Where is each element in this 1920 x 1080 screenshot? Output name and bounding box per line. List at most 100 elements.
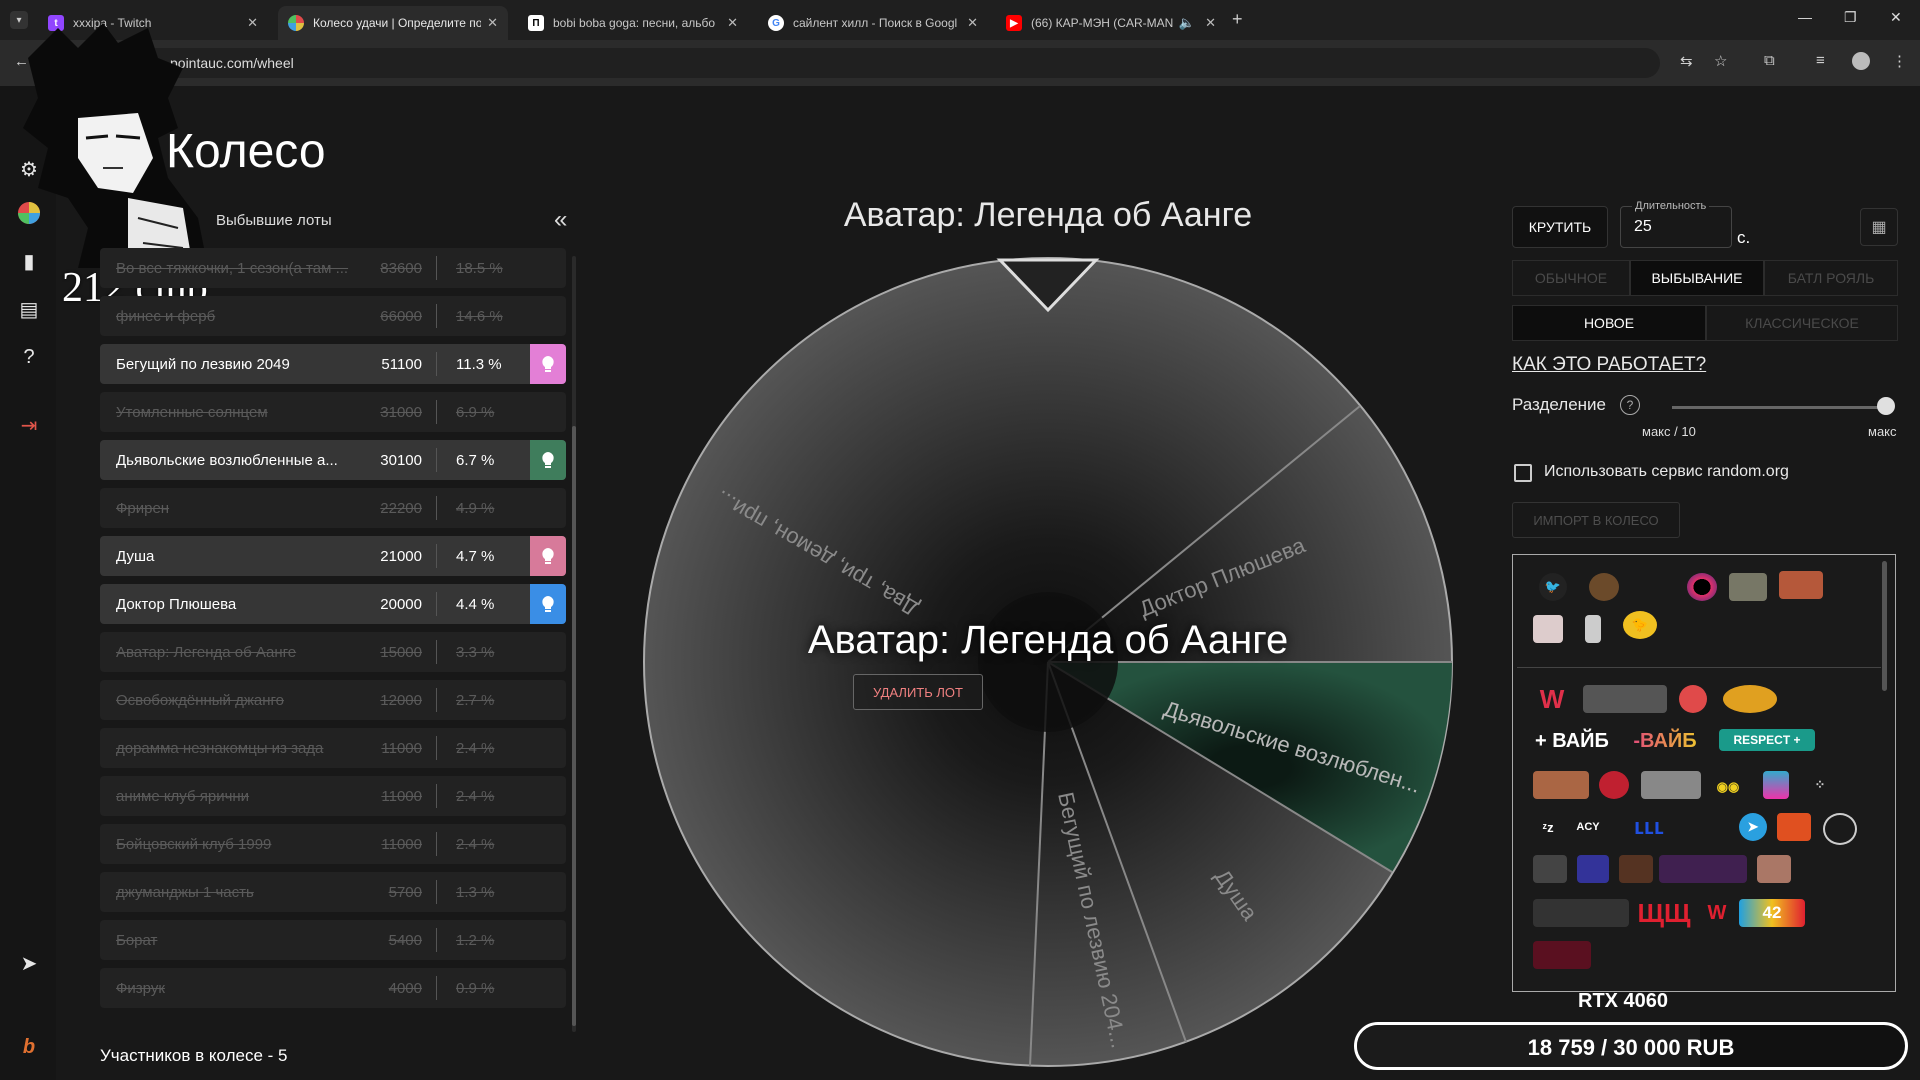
clipboard-icon[interactable]: ▤ (16, 296, 42, 322)
lot-percent: 6.9 % (456, 403, 495, 421)
spin-button[interactable]: КРУТИТЬ (1512, 206, 1608, 248)
lot-percent: 2.4 % (456, 739, 495, 757)
tab-google[interactable]: G сайлент хилл - Поиск в Googl ✕ (758, 6, 988, 40)
lot-amount: 11000 (381, 835, 422, 853)
lot-name: Физрук (116, 979, 165, 997)
restore-icon[interactable]: ❐ (1844, 9, 1857, 26)
close-icon[interactable]: ✕ (487, 15, 498, 31)
new-tab-button[interactable]: + (1232, 9, 1243, 30)
lot-name: Освобождённый джанго (116, 691, 284, 709)
close-window-icon[interactable]: ✕ (1890, 9, 1902, 26)
emote-image-1 (1533, 771, 1589, 799)
lot-divider (436, 784, 437, 808)
lot-row[interactable]: Освобождённый джанго 12000 2.7 % (100, 680, 566, 720)
lot-row[interactable]: аниме клуб ярични 11000 2.4 % (100, 776, 566, 816)
lot-row[interactable]: Физрук 4000 0.9 % (100, 968, 566, 1008)
mode-battle-royale-tab[interactable]: БАТЛ РОЯЛЬ (1764, 260, 1898, 296)
how-it-works-link[interactable]: КАК ЭТО РАБОТАЕТ? (1512, 354, 1706, 376)
mode-elimination-tab[interactable]: ВЫБЫВАНИЕ (1630, 260, 1764, 296)
lot-row[interactable]: Утомленные солнцем 31000 6.9 % (100, 392, 566, 432)
lot-row[interactable]: Бегущий по лезвию 2049 51100 11.3 % (100, 344, 566, 384)
tab-music[interactable]: П bobi boba goga: песни, альбо ✕ (518, 6, 748, 40)
lot-amount: 31000 (380, 403, 422, 421)
lot-row[interactable]: дорамма незнакомцы из зада 11000 2.4 % (100, 728, 566, 768)
import-to-wheel-button[interactable]: ИМПОРТ В КОЛЕСО (1512, 502, 1680, 538)
lot-lightbulb-icon[interactable] (530, 440, 566, 480)
variant-classic-tab[interactable]: КЛАССИЧЕСКОЕ (1706, 305, 1898, 341)
duration-value[interactable]: 25 (1634, 218, 1652, 236)
emote-orb-icon (1687, 573, 1717, 601)
profile-avatar[interactable] (1852, 52, 1870, 70)
split-slider-thumb[interactable] (1877, 397, 1895, 415)
address-bar[interactable] (60, 48, 1660, 78)
emote-zzz-icon: ᶻz (1542, 819, 1554, 835)
lot-row[interactable]: Дьявольские возлюбленные а... 30100 6.7 % (100, 440, 566, 480)
duration-unit: с. (1737, 228, 1751, 247)
media-control-icon[interactable]: ≡ (1816, 52, 1825, 69)
slider-min-label: макс / 10 (1642, 424, 1696, 439)
participants-count: Участников в колесе - 5 (100, 1046, 288, 1065)
lot-row[interactable]: Душа 21000 4.7 % (100, 536, 566, 576)
close-icon[interactable]: ✕ (967, 15, 978, 31)
lot-row[interactable]: джуманджы 1 часть 5700 1.3 % (100, 872, 566, 912)
close-icon[interactable]: ✕ (1205, 15, 1216, 31)
lot-divider (436, 304, 437, 328)
lot-name: Фрирен (116, 499, 170, 517)
tab-title: Колесо удачи | Определите по (313, 16, 482, 30)
lot-amount: 20000 (380, 595, 422, 613)
lot-percent: 6.7 % (456, 451, 495, 469)
variant-new-tab[interactable]: НОВОЕ (1512, 305, 1706, 341)
emote-santa-icon (1583, 685, 1667, 713)
fullscreen-grid-button[interactable]: ▦ (1860, 208, 1898, 246)
random-org-checkbox[interactable] (1514, 464, 1532, 482)
lot-row[interactable]: Фрирен 22200 4.9 % (100, 488, 566, 528)
lot-name: Во все тяжкочки, 1 сезон(а там ... (116, 259, 349, 277)
emote-w2: W (1707, 901, 1727, 924)
close-icon[interactable]: ✕ (247, 15, 258, 31)
lot-name: Борат (116, 931, 158, 949)
lot-name: Бойцовский клуб 1999 (116, 835, 272, 853)
grid-icon: ▦ (1871, 219, 1887, 236)
lot-row[interactable]: Во все тяжкочки, 1 сезон(а там ... 83600 1… (100, 248, 566, 288)
extensions-icon[interactable]: ⧉ (1764, 52, 1775, 69)
minimize-icon[interactable]: — (1798, 9, 1812, 25)
bookmark-star-icon[interactable]: ☆ (1714, 52, 1727, 70)
lot-amount: 12000 (380, 691, 422, 709)
lot-name: финес и ферб (116, 307, 216, 325)
lot-row[interactable]: Борат 5400 1.2 % (100, 920, 566, 960)
emote-acy: ACY (1576, 821, 1600, 833)
emote-pepe-icon (1723, 685, 1777, 713)
lot-amount: 83600 (380, 259, 422, 277)
music-icon: П (528, 15, 544, 31)
menu-icon[interactable]: ⋮ (1892, 52, 1907, 70)
tab-youtube[interactable]: ▶ (66) КАР-МЭН (CAR-MAN) 🔈 ✕ (996, 6, 1226, 40)
donation-goal-text: 18 759 / 30 000 RUB (1527, 1035, 1735, 1060)
mode-normal-tab[interactable]: ОБЫЧНОЕ (1512, 260, 1630, 296)
close-icon[interactable]: ✕ (727, 15, 738, 31)
lot-name: джуманджы 1 часть (116, 883, 254, 901)
tab-wheel[interactable]: Колесо удачи | Определите по ✕ (278, 6, 508, 40)
speaker-icon[interactable]: 🔈 (1179, 15, 1195, 31)
lot-percent: 2.7 % (456, 691, 495, 709)
telegram-icon[interactable]: ➤ (16, 950, 42, 976)
help-circle-icon[interactable]: ? (1620, 395, 1640, 415)
random-org-label[interactable]: Использовать сервис random.org (1544, 463, 1789, 481)
youtube-icon: ▶ (1006, 15, 1022, 31)
logout-icon[interactable]: ⇥ (16, 412, 42, 438)
brand-logo-icon[interactable]: b (16, 1034, 42, 1060)
delete-lot-button[interactable]: УДАЛИТЬ ЛОТ (853, 674, 983, 710)
lot-name: Доктор Плюшева (116, 595, 237, 613)
emote-picture-icon (1729, 573, 1767, 601)
help-question-icon[interactable]: ? (16, 344, 42, 370)
emote-image-2 (1599, 771, 1629, 799)
scrollbar-thumb[interactable] (572, 426, 576, 1026)
translate-icon[interactable]: ⇆ (1680, 52, 1693, 70)
lot-lightbulb-icon[interactable] (530, 536, 566, 576)
lot-divider (436, 448, 437, 472)
split-slider[interactable] (1672, 406, 1886, 409)
lot-row[interactable]: Бойцовский клуб 1999 11000 2.4 % (100, 824, 566, 864)
lot-name: Бегущий по лезвию 2049 (116, 355, 290, 373)
lot-row[interactable]: финес и ферб 66000 14.6 % (100, 296, 566, 336)
emote-scrollbar[interactable] (1882, 561, 1887, 691)
lot-lightbulb-icon[interactable] (530, 344, 566, 384)
